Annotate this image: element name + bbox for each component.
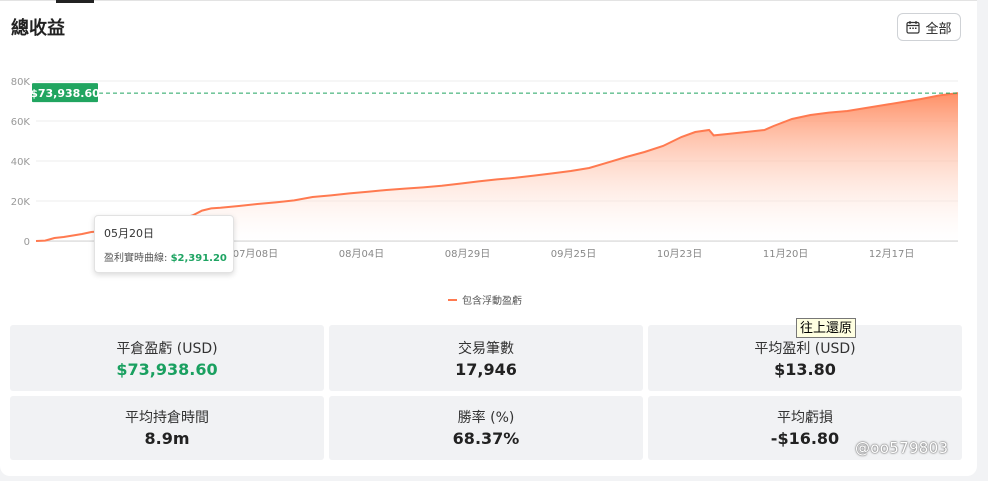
stat-value: $73,938.60 — [116, 360, 218, 379]
y-tick-label: 0 — [24, 237, 30, 248]
x-tick-label: 09月25日 — [551, 248, 596, 260]
y-tick-label: 40K — [11, 157, 31, 168]
tooltip-date: 05月20日 — [104, 227, 154, 240]
total-profit-card: 總收益 全部 $73,938.60 0 20K 40K 60K 80K 07月0… — [0, 0, 977, 476]
stat-value: $13.80 — [774, 360, 836, 379]
tooltip-line: 盈利實時曲線: $2,391.20 — [104, 249, 233, 264]
stat-win-rate: 勝率 (%) 68.37% — [329, 396, 643, 460]
tooltip-value: $2,391.20 — [170, 253, 227, 264]
stat-label: 平倉盈虧 (USD) — [116, 341, 218, 357]
current-value-badge: $73,938.60 — [30, 83, 100, 103]
stat-label: 平均盈利 (USD) — [754, 341, 856, 357]
stat-value: 17,946 — [455, 360, 517, 379]
current-value-label: $73,938.60 — [30, 87, 100, 100]
stat-closed-pnl: 平倉盈虧 (USD) $73,938.60 — [10, 325, 324, 391]
chart-legend[interactable]: 包含浮動盈虧 — [448, 292, 522, 307]
active-tab-indicator — [56, 0, 94, 3]
stat-value: 8.9m — [144, 429, 190, 448]
stat-label: 勝率 (%) — [457, 410, 515, 426]
y-tick-label: 80K — [11, 77, 31, 88]
page-title: 總收益 — [11, 18, 65, 39]
x-tick-label: 07月08日 — [233, 248, 278, 260]
x-tick-label: 08月29日 — [445, 248, 490, 260]
x-tick-label: 08月04日 — [339, 248, 384, 260]
stat-label: 平均虧損 — [777, 410, 833, 426]
legend-label: 包含浮動盈虧 — [462, 296, 522, 307]
legend-swatch — [448, 298, 457, 301]
date-range-button[interactable]: 全部 — [897, 13, 961, 41]
calendar-icon — [906, 20, 921, 34]
tooltip-label: 盈利實時曲線: — [104, 253, 168, 264]
stat-label: 平均持倉時間 — [125, 410, 209, 426]
restore-up-tooltip: 往上還原 — [796, 318, 857, 338]
date-range-label: 全部 — [925, 21, 952, 37]
stat-avg-hold-time: 平均持倉時間 8.9m — [10, 396, 324, 460]
y-tick-label: 20K — [11, 197, 31, 208]
watermark: @oo579803 — [855, 439, 949, 457]
x-tick-label: 12月17日 — [869, 248, 914, 260]
stat-value: 68.37% — [452, 429, 520, 448]
stat-label: 交易筆數 — [458, 341, 514, 357]
x-tick-label: 10月23日 — [657, 248, 702, 260]
stat-trade-count: 交易筆數 17,946 — [329, 325, 643, 391]
chart-tooltip: 05月20日 盈利實時曲線: $2,391.20 — [94, 215, 234, 273]
top-divider — [0, 0, 977, 1]
x-tick-label: 11月20日 — [763, 248, 808, 260]
y-tick-label: 60K — [11, 117, 31, 128]
